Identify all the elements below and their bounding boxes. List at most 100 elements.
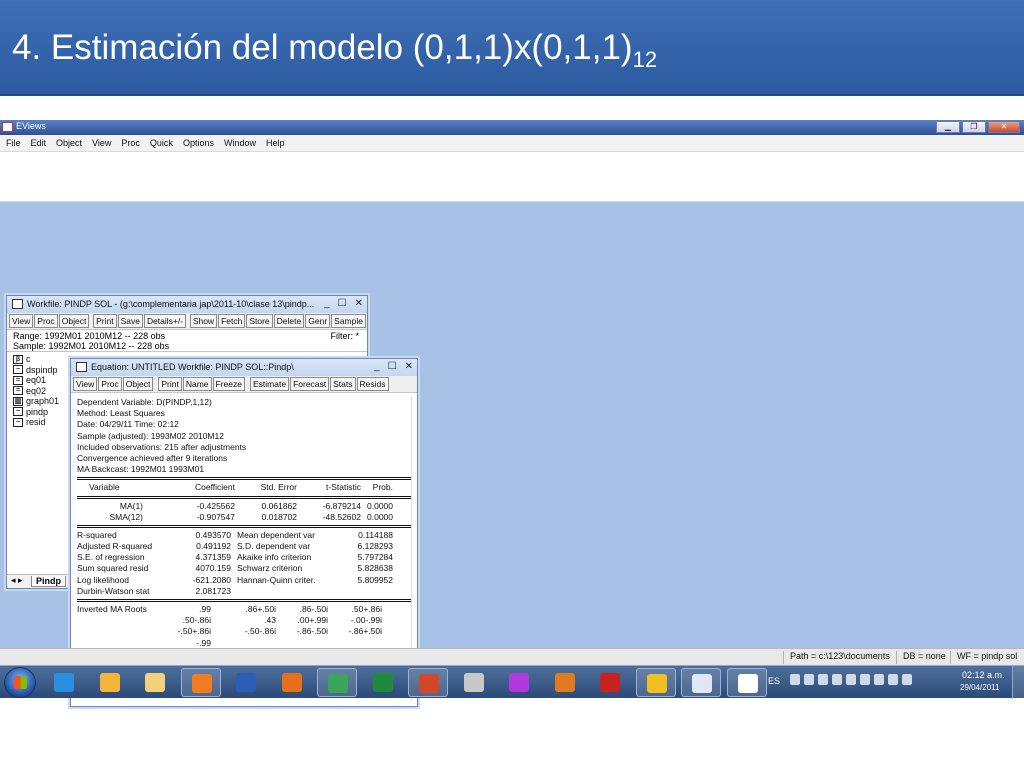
- close-button[interactable]: ✕: [988, 121, 1020, 133]
- toolbar-name-button[interactable]: Name: [182, 377, 212, 391]
- ma-root-value: -.86+.50i: [348, 626, 382, 637]
- taskbar-app-button[interactable]: [545, 668, 585, 697]
- tray-app-icon[interactable]: [790, 674, 800, 685]
- range-text: Range: 1992M01 2010M12 -- 228 obs: [13, 331, 166, 341]
- toolbar-print-button[interactable]: Print: [158, 377, 182, 391]
- taskbar-app-button[interactable]: [272, 668, 312, 697]
- taskbar-app-button[interactable]: [408, 668, 448, 697]
- toolbar-view-button[interactable]: View: [9, 314, 34, 328]
- taskbar-app-button[interactable]: [726, 668, 767, 697]
- taskbar-app-button[interactable]: [180, 668, 221, 697]
- menu-item-view[interactable]: View: [92, 138, 111, 148]
- statistics-row-cell: Akaike info criterion: [237, 552, 312, 563]
- taskbar-app-button[interactable]: [454, 668, 494, 697]
- toolbar-forecast-button[interactable]: Forecast: [290, 377, 330, 391]
- menu-item-proc[interactable]: Proc: [121, 138, 140, 148]
- minimize-button[interactable]: ▁: [936, 121, 960, 133]
- menu-item-help[interactable]: Help: [266, 138, 285, 148]
- show-desktop-button[interactable]: [1012, 666, 1024, 699]
- toolbar-fetch-button[interactable]: Fetch: [218, 314, 246, 328]
- output-header-line: Dependent Variable: D(PINDP,1,12): [77, 397, 212, 407]
- matlab-icon: [554, 673, 575, 692]
- menu-item-file[interactable]: File: [6, 138, 21, 148]
- taskbar-app-button[interactable]: [226, 668, 266, 697]
- maximize-icon[interactable]: ☐: [338, 298, 347, 309]
- taskbar-app-button[interactable]: [499, 668, 539, 697]
- toolbar-freeze-button[interactable]: Freeze: [212, 377, 245, 391]
- start-button[interactable]: [4, 667, 36, 698]
- menu-item-edit[interactable]: Edit: [31, 138, 47, 148]
- workfile-titlebar[interactable]: Workfile: PINDP SOL - (g:\complementaria…: [7, 296, 367, 313]
- menu-item-window[interactable]: Window: [224, 138, 256, 148]
- toolbar-estimate-button[interactable]: Estimate: [249, 377, 290, 391]
- output-header-line: Method: Least Squares: [77, 408, 165, 419]
- toolbar-proc-button[interactable]: Proc: [34, 314, 58, 328]
- status-bar: Path = c:\123\documents DB = none WF = p…: [0, 648, 1024, 665]
- toolbar-sample-button[interactable]: Sample: [331, 314, 366, 328]
- maximize-button[interactable]: ❐: [962, 121, 986, 133]
- tray-app-icon[interactable]: [818, 674, 828, 685]
- tray-app-icon[interactable]: [874, 674, 884, 685]
- minimize-icon[interactable]: _: [374, 361, 380, 372]
- close-icon[interactable]: ✕: [355, 298, 363, 309]
- toolbar-view-button[interactable]: View: [73, 377, 98, 391]
- toolbar-stats-button[interactable]: Stats: [330, 377, 356, 391]
- toolbar-proc-button[interactable]: Proc: [98, 377, 122, 391]
- toolbar-delete-button[interactable]: Delete: [273, 314, 305, 328]
- menu-item-quick[interactable]: Quick: [150, 138, 173, 148]
- close-icon[interactable]: ✕: [405, 361, 413, 372]
- output-header-line: MA Backcast: 1992M01 1993M01: [77, 464, 205, 475]
- toolbar-print-button[interactable]: Print: [93, 314, 117, 328]
- tray-app-icon[interactable]: [860, 674, 870, 685]
- ma-root-value: -.99: [196, 637, 211, 648]
- toolbar-store-button[interactable]: Store: [246, 314, 273, 328]
- system-tray: [790, 674, 912, 685]
- clock-time[interactable]: 02:12 a.m.: [962, 670, 1005, 680]
- object-name: eq02: [26, 385, 47, 396]
- toolbar-object-button[interactable]: Object: [122, 377, 154, 391]
- menu-item-object[interactable]: Object: [56, 138, 82, 148]
- toolbar-save-button[interactable]: Save: [117, 314, 143, 328]
- volume-icon[interactable]: [902, 674, 912, 685]
- clock-date[interactable]: 29/04/2011: [960, 683, 999, 692]
- taskbar-app-button[interactable]: [90, 668, 130, 697]
- output-separator: [77, 524, 411, 528]
- coefficient-row-cell: -0.907547: [196, 511, 235, 522]
- tray-app-icon[interactable]: [832, 674, 842, 685]
- language-indicator[interactable]: ES: [768, 676, 780, 686]
- media-eye-icon: [646, 674, 667, 693]
- ma-roots-row: .50-.86i .43 .00+.99i -.00-.99i: [77, 615, 411, 626]
- statistics-row-cell: Log likelihood: [77, 574, 129, 585]
- statistics-row-cell: S.E. of regression: [77, 552, 145, 563]
- statistics-row-cell: Mean dependent var: [237, 529, 315, 540]
- tab-scroll-arrows-icon[interactable]: ◂ ▸: [11, 575, 23, 586]
- network-icon[interactable]: [888, 674, 898, 685]
- toolbar-resids-button[interactable]: Resids: [356, 377, 389, 391]
- taskbar-app-button[interactable]: [590, 668, 630, 697]
- taskbar-app-button[interactable]: [44, 668, 84, 697]
- tab-pindp[interactable]: Pindp: [31, 576, 66, 587]
- toolbar-genr-button[interactable]: Genr: [305, 314, 331, 328]
- equation-titlebar[interactable]: Equation: UNTITLED Workfile: PINDP SOL::…: [71, 359, 417, 376]
- command-window[interactable]: [0, 152, 1024, 202]
- tray-app-icon[interactable]: [804, 674, 814, 685]
- taskbar-app-button[interactable]: [681, 668, 721, 697]
- taskbar-app-button[interactable]: [363, 668, 403, 697]
- taskbar-app-button[interactable]: [317, 668, 357, 697]
- taskbar-app-button[interactable]: [635, 668, 676, 697]
- menu-item-options[interactable]: Options: [183, 138, 214, 148]
- toolbar-object-button[interactable]: Object: [58, 314, 90, 328]
- taskbar-app-button[interactable]: [135, 668, 175, 697]
- slide-title: 4. Estimación del modelo (0,1,1)x(0,1,1)…: [12, 28, 658, 72]
- paint-icon: [692, 674, 712, 693]
- toolbar-show-button[interactable]: Show: [189, 314, 218, 328]
- toolbar-details-button[interactable]: Details+/-: [143, 314, 187, 328]
- statistics-row-cell: 0.493570: [195, 529, 231, 540]
- equation-toolbar: View Proc Object Print Name Freeze Estimate For…: [71, 376, 417, 393]
- title-subscript: 12: [632, 47, 658, 72]
- slide: 4. Estimación del modelo (0,1,1)x(0,1,1)…: [0, 0, 1024, 768]
- maximize-icon[interactable]: ☐: [388, 361, 397, 372]
- app-titlebar[interactable]: EViews ▁ ❐ ✕: [0, 120, 1024, 135]
- tray-app-icon[interactable]: [846, 674, 856, 685]
- minimize-icon[interactable]: _: [324, 298, 330, 309]
